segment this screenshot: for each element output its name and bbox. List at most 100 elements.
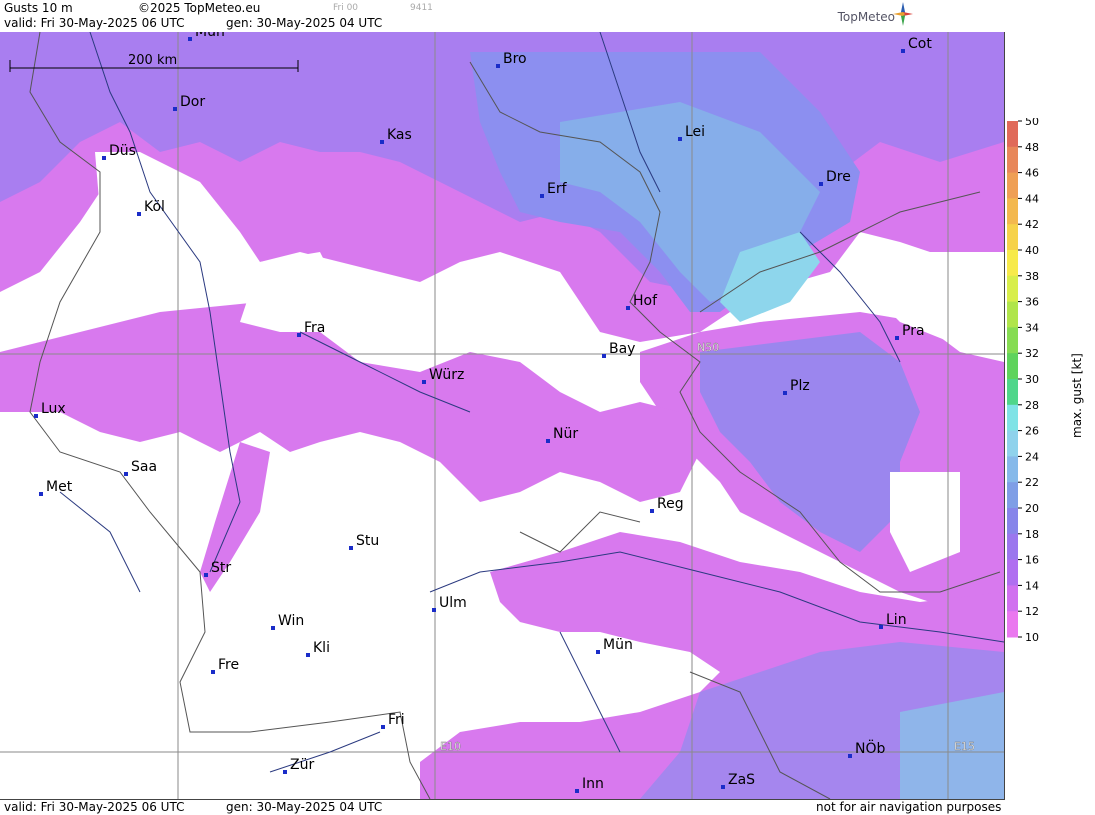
city-marker — [137, 212, 141, 216]
city-label: Met — [46, 479, 73, 495]
city-label: Stu — [356, 533, 379, 549]
city-label: Cot — [908, 36, 932, 52]
legend-color-bin — [1007, 585, 1018, 612]
legend-tick-label: 20 — [1025, 502, 1039, 515]
city-label: Zür — [290, 757, 314, 773]
legend-tick-label: 42 — [1025, 218, 1039, 231]
city-label: ZaS — [728, 772, 755, 788]
legend-color-bin — [1007, 430, 1018, 457]
city-marker — [650, 509, 654, 513]
map-canvas: 200 km N50 E10 E15 Mün Bro Cot Dor Kas Lei Düs… — [0, 32, 1004, 799]
legend-tick-label: 14 — [1025, 579, 1039, 592]
city-marker — [188, 37, 192, 41]
legend-tick-label: 12 — [1025, 605, 1039, 618]
legend-color-bin — [1007, 456, 1018, 483]
legend-color-bin — [1007, 172, 1018, 199]
lat-label-n50: N50 — [697, 341, 719, 354]
gust-legend: 50 48 46 44 42 40 38 36 34 32 30 28 26 24 22 20 18 16 14 12… — [1005, 115, 1095, 658]
gen-time: gen: 30-May-2025 04 UTC — [226, 16, 383, 30]
footer-note: not for air navigation purposes — [816, 800, 1002, 814]
city-marker — [602, 354, 606, 358]
city-label: Plz — [790, 378, 810, 394]
legend-tick-label: 34 — [1025, 321, 1039, 334]
city-label: Lux — [41, 401, 66, 417]
city-label: Fri — [388, 712, 405, 728]
city-marker — [546, 439, 550, 443]
lon-label-e10: E10 — [440, 740, 461, 753]
city-label: Bro — [503, 51, 527, 67]
city-marker — [783, 391, 787, 395]
city-marker — [895, 336, 899, 340]
city-marker — [432, 608, 436, 612]
legend-color-bin — [1007, 275, 1018, 303]
legend-tick-label: 22 — [1025, 476, 1039, 489]
lon-label-e15: E15 — [954, 740, 975, 753]
legend-color-bin — [1007, 146, 1018, 174]
copyright: ©2025 TopMeteo.eu — [138, 1, 261, 15]
legend-color-bin — [1007, 301, 1018, 328]
legend-tick-label: 24 — [1025, 450, 1039, 463]
legend-tick-label: 36 — [1025, 296, 1039, 309]
footer-bar: valid: Fri 30-May-2025 06 UTC gen: 30-Ma… — [0, 799, 1005, 815]
city-label: Kli — [313, 640, 330, 656]
city-marker — [626, 306, 630, 310]
weather-map[interactable]: 200 km N50 E10 E15 Mün Bro Cot Dor Kas Lei Düs… — [0, 32, 1005, 799]
legend-color-bin — [1007, 224, 1018, 251]
header-bar: Gusts 10 m ©2025 TopMeteo.eu Fri 00 9411… — [0, 0, 1005, 33]
legend-tick-label: 16 — [1025, 554, 1039, 567]
city-marker — [124, 472, 128, 476]
legend-color-bin — [1007, 508, 1018, 535]
city-marker — [848, 754, 852, 758]
city-label: Würz — [429, 367, 464, 383]
city-marker — [211, 670, 215, 674]
city-label: NÖb — [855, 739, 885, 757]
city-marker — [271, 626, 275, 630]
scale-bar-label: 200 km — [128, 53, 177, 68]
city-label: Win — [278, 613, 304, 629]
city-marker — [879, 625, 883, 629]
legend-color-bin — [1007, 121, 1018, 148]
compass-star-icon — [893, 2, 913, 26]
legend-tick-label: 28 — [1025, 399, 1039, 412]
legend-color-bin — [1007, 559, 1018, 586]
legend-color-bin — [1007, 404, 1018, 432]
city-label: Str — [211, 560, 231, 576]
footer-gen: gen: 30-May-2025 04 UTC — [226, 800, 383, 814]
legend-tick-label: 18 — [1025, 528, 1039, 541]
legend-tick-label: 48 — [1025, 141, 1039, 154]
city-label: Mün — [603, 637, 633, 653]
city-marker — [381, 725, 385, 729]
city-marker — [819, 182, 823, 186]
valid-time: valid: Fri 30-May-2025 06 UTC — [4, 16, 185, 30]
city-marker — [901, 49, 905, 53]
city-marker — [349, 546, 353, 550]
legend-tick-label: 46 — [1025, 167, 1039, 180]
city-label: Nür — [553, 426, 578, 442]
legend-tick-label: 38 — [1025, 270, 1039, 283]
legend-canvas: 50 48 46 44 42 40 38 36 34 32 30 28 26 24 22 20 18 16 14 12… — [1007, 115, 1084, 644]
param-title: Gusts 10 m — [4, 1, 73, 15]
city-marker — [422, 380, 426, 384]
city-marker — [496, 64, 500, 68]
city-marker — [678, 137, 682, 141]
legend-tick-label: 32 — [1025, 347, 1039, 360]
city-marker — [721, 785, 725, 789]
city-label: Pra — [902, 323, 925, 339]
city-marker — [39, 492, 43, 496]
brand-logo: TopMeteo — [837, 10, 895, 24]
city-label: Mün — [195, 32, 225, 40]
city-label: Düs — [109, 143, 136, 159]
city-marker — [283, 770, 287, 774]
city-marker — [34, 414, 38, 418]
city-label: Dor — [180, 94, 205, 110]
legend-tick-label: 40 — [1025, 244, 1039, 257]
legend-tick-label: 10 — [1025, 631, 1039, 644]
city-label: Hof — [633, 293, 658, 309]
legend-color-bin — [1007, 533, 1018, 561]
city-marker — [297, 333, 301, 337]
legend-color-bin — [1007, 379, 1018, 406]
legend-tick-label: 44 — [1025, 192, 1039, 205]
city-marker — [173, 107, 177, 111]
city-label: Erf — [547, 181, 568, 197]
city-label: Köl — [144, 199, 165, 215]
